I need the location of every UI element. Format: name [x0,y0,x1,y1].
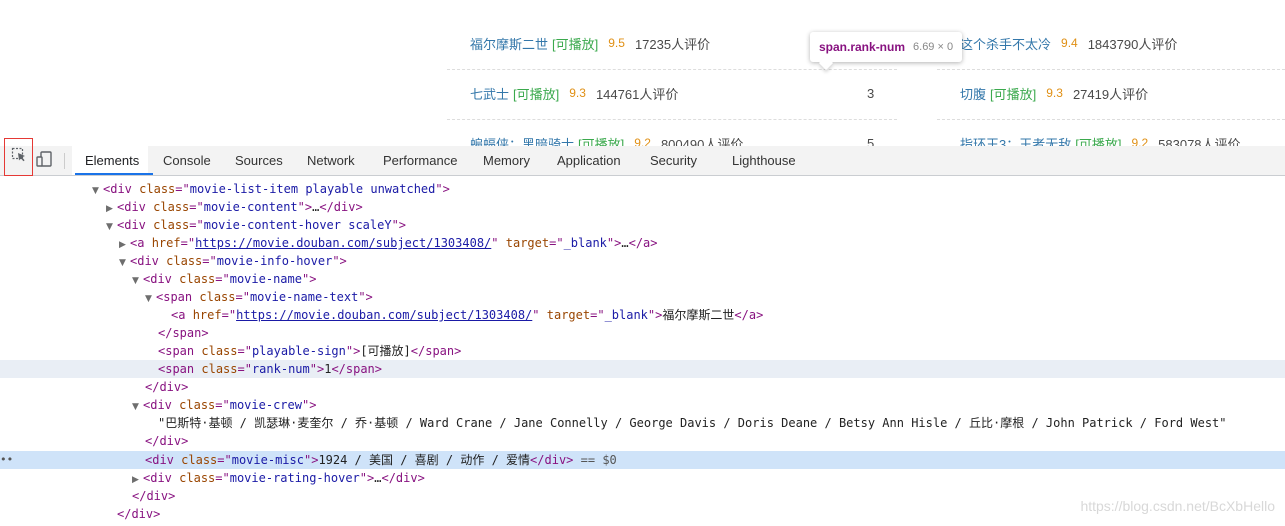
divider [447,119,897,120]
movie-title-link[interactable]: 这个杀手不太冷 [960,34,1051,53]
movie-item[interactable]: 这个杀手不太冷 9.4 1843790人评价 [960,31,1177,55]
movie-rating-count: 800490人评价 [660,136,744,147]
movie-title-link[interactable]: 七武士 [470,84,509,103]
movie-title-link[interactable]: 蝙蝠侠：黑暗骑士 [470,134,574,147]
elements-dom-tree[interactable]: ▼ <div class="movie-list-item playable un… [0,176,1285,526]
playable-sign: [可播放] [552,36,599,52]
rank-number: 3 [867,86,875,101]
dom-node[interactable]: </div> [0,432,1285,450]
movie-rating: 9.2 [634,136,651,146]
movie-rating: 9.3 [569,86,586,100]
tooltip-arrow [818,55,834,71]
tab-performance[interactable]: Performance [383,146,457,175]
dom-node-selected[interactable]: •• <div class="movie-misc">1924 / 美国 / 喜剧… [0,451,1285,469]
movie-item[interactable]: 指环王3：王者无敌 [可播放] 9.2 583078人评价 [960,131,1241,146]
dom-node[interactable]: ▼ <div class="movie-info-hover"> [0,252,1285,270]
device-toolbar-icon [35,150,53,173]
movie-title-link[interactable]: 指环王3：王者无敌 [960,134,1071,147]
movie-rating-count: 1843790人评价 [1087,36,1178,52]
movie-rating-count: 144761人评价 [595,86,679,102]
movie-item[interactable]: 福尔摩斯二世 [可播放] 9.5 17235人评价 [470,31,710,55]
movie-rating: 9.5 [608,36,625,50]
movie-title-link[interactable]: 福尔摩斯二世 [470,34,548,53]
dom-node[interactable]: ▶ <div class="movie-content">…</div> [0,198,1285,216]
inspect-element-button[interactable] [4,138,33,176]
dom-node[interactable]: </span> [0,324,1285,342]
inspect-element-icon [11,147,27,168]
tab-sources[interactable]: Sources [235,146,283,175]
dom-node[interactable]: ▼ <div class="movie-list-item playable un… [0,180,1285,198]
tab-elements[interactable]: Elements [74,146,154,175]
movie-item[interactable]: 蝙蝠侠：黑暗骑士 [可播放] 9.2 800490人评价 [470,131,743,146]
device-toolbar-button[interactable] [33,150,55,172]
dom-node[interactable]: ▶ <div class="movie-rating-hover">…</div> [0,469,1285,487]
dom-node[interactable]: ▼ <span class="movie-name-text"> [0,288,1285,306]
toolbar-separator [64,153,65,169]
dom-node[interactable]: ▼ <div class="movie-name"> [0,270,1285,288]
movie-rating-count: 27419人评价 [1072,86,1149,102]
divider [937,69,1285,70]
tab-lighthouse[interactable]: Lighthouse [732,146,796,175]
movie-rating-count: 17235人评价 [634,36,711,52]
playable-sign: [可播放] [990,86,1037,102]
dom-node[interactable]: <a href="https://movie.douban.com/subjec… [0,306,1285,324]
web-page-viewport: 福尔摩斯二世 [可播放] 9.5 17235人评价 七武士 [可播放] 9.3 … [0,0,1285,146]
dom-text-node[interactable]: "巴斯特·基顿 / 凯瑟琳·麦奎尔 / 乔·基顿 / Ward Crane / … [0,414,1285,432]
divider [447,69,897,70]
movie-item[interactable]: 七武士 [可播放] 9.3 144761人评价 [470,81,678,105]
playable-sign: [可播放] [578,136,625,147]
dom-node[interactable]: <span class="playable-sign">[可播放]</span> [0,342,1285,360]
dom-node[interactable]: </div> [0,378,1285,396]
dom-href-link[interactable]: https://movie.douban.com/subject/1303408… [236,308,532,322]
playable-sign: [可播放] [1075,136,1122,147]
tab-security[interactable]: Security [650,146,697,175]
tab-memory[interactable]: Memory [483,146,530,175]
dom-node[interactable]: ▼ <div class="movie-crew"> [0,396,1285,414]
tooltip-size: 6.69 × 0 [913,41,954,53]
movie-rating: 9.4 [1061,36,1078,50]
watermark: https://blog.csdn.net/BcXbHello [1080,498,1275,514]
divider [937,119,1285,120]
inspect-tooltip: span.rank-num 6.69 × 0 [810,32,963,71]
dom-href-link[interactable]: https://movie.douban.com/subject/1303408… [195,236,491,250]
playable-sign: [可播放] [513,86,560,102]
dom-node[interactable]: ▼ <div class="movie-content-hover scaleY"… [0,216,1285,234]
movie-title-link[interactable]: 切腹 [960,84,986,103]
movie-rating: 9.2 [1131,136,1149,146]
dom-node[interactable]: ▶ <a href="https://movie.douban.com/subje… [0,234,1285,252]
rank-number: 5 [867,136,875,146]
tab-network[interactable]: Network [307,146,355,175]
tab-application[interactable]: Application [557,146,621,175]
tooltip-selector: span.rank-num [819,40,906,54]
movie-rating: 9.3 [1046,86,1063,100]
more-actions-dots[interactable]: •• [0,451,13,469]
movie-rating-count: 583078人评价 [1158,136,1241,147]
devtools-tab-bar: Elements Console Sources Network Perform… [0,138,1285,176]
dom-node-hovered[interactable]: <span class="rank-num">1</span> [0,360,1285,378]
movie-item[interactable]: 切腹 [可播放] 9.3 27419人评价 [960,81,1148,105]
tab-console[interactable]: Console [163,146,211,175]
